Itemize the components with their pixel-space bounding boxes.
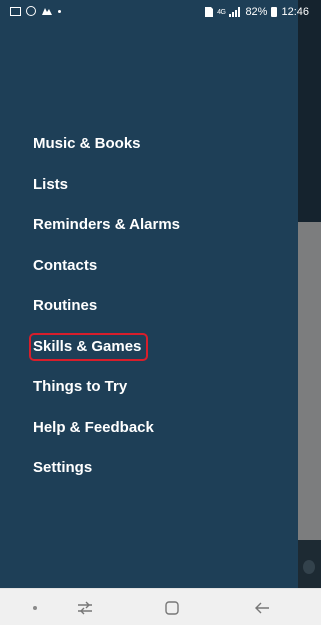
dot-icon (33, 605, 37, 610)
back-icon (255, 602, 269, 613)
background-header (298, 0, 321, 222)
home-icon (165, 600, 179, 615)
back-button[interactable] (242, 589, 282, 626)
menu-item-skills-games[interactable]: Skills & Games (0, 327, 298, 368)
signal-icon (229, 7, 241, 17)
notification-icon (42, 8, 52, 15)
background-app-content (298, 0, 321, 588)
battery-percent: 82% (245, 6, 268, 18)
background-overlay-panel (298, 222, 321, 540)
sim-icon (205, 7, 214, 17)
circle-icon (26, 6, 36, 16)
battery-icon (271, 7, 278, 17)
recent-apps-button[interactable] (65, 589, 105, 626)
nav-dot-indicator (15, 589, 55, 626)
status-bar: 4G 82% 12:46 (0, 0, 321, 26)
background-glyph-icon (303, 560, 315, 574)
menu-item-things-to-try[interactable]: Things to Try (0, 367, 298, 408)
menu-item-routines[interactable]: Routines (0, 286, 298, 327)
recent-apps-icon (78, 601, 92, 614)
network-type: 4G (217, 8, 226, 16)
menu-item-music-books[interactable]: Music & Books (0, 124, 298, 165)
status-right-icons: 4G 82% 12:46 (205, 6, 309, 18)
drawer-menu: Music & Books Lists Reminders & Alarms C… (0, 124, 298, 489)
gallery-icon (10, 6, 21, 16)
menu-item-help-feedback[interactable]: Help & Feedback (0, 408, 298, 449)
navigation-drawer: Music & Books Lists Reminders & Alarms C… (0, 0, 298, 588)
menu-item-lists[interactable]: Lists (0, 165, 298, 206)
menu-item-reminders-alarms[interactable]: Reminders & Alarms (0, 205, 298, 246)
status-left-icons (10, 6, 61, 16)
menu-item-settings[interactable]: Settings (0, 448, 298, 489)
clock-time: 12:46 (281, 6, 309, 18)
background-footer (298, 540, 321, 588)
menu-item-contacts[interactable]: Contacts (0, 246, 298, 287)
home-button[interactable] (152, 589, 192, 626)
dot-icon (58, 9, 61, 13)
system-navigation-bar (0, 588, 321, 625)
